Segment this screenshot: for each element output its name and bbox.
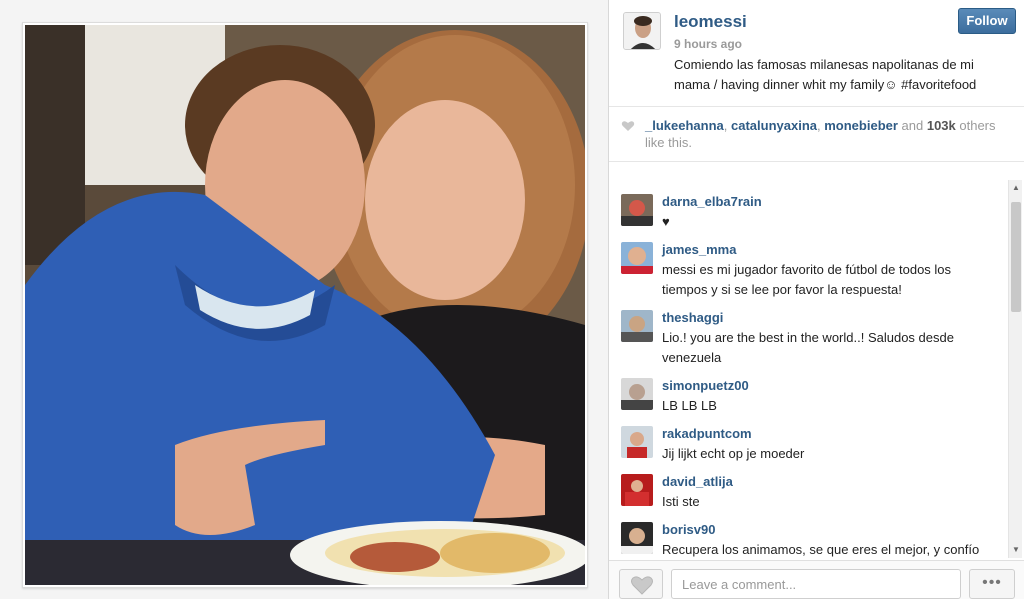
scroll-up-arrow-icon[interactable]: ▲ [1011, 183, 1021, 193]
comment-text: LB LB LB [662, 398, 717, 413]
commenter-avatar[interactable] [621, 474, 653, 506]
post-side-panel: leomessi 9 hours ago Comiendo las famosa… [608, 0, 1024, 599]
post-caption: Comiendo las famosas milanesas napolitan… [674, 57, 977, 92]
comment-text: Recupera los animamos, se que eres el me… [662, 542, 980, 557]
liker-username[interactable]: _lukeehanna [645, 118, 724, 133]
commenter-avatar[interactable] [621, 242, 653, 274]
scroll-down-arrow-icon[interactable]: ▼ [1011, 545, 1021, 555]
liker-username[interactable]: monebieber [824, 118, 898, 133]
comment-text: messi es mi jugador favorito de fútbol d… [662, 262, 952, 297]
commenter-username[interactable]: darna_elba7rain [662, 194, 762, 209]
comment-text: ♥ [662, 214, 670, 229]
commenter-username[interactable]: james_mma [662, 242, 736, 257]
comments-list: darna_elba7rain ♥ james_mma messi es mi … [609, 180, 1024, 560]
commenter-username[interactable]: david_atlija [662, 474, 733, 489]
post-timestamp: 9 hours ago [674, 37, 743, 51]
comment-input[interactable] [671, 569, 961, 599]
comment-text: Lio.! you are the best in the world..! S… [662, 330, 954, 365]
like-button[interactable] [619, 569, 663, 599]
photo-pane [0, 0, 608, 599]
likes-separator: , [723, 118, 731, 133]
more-options-icon[interactable]: ••• [969, 569, 1015, 599]
heart-icon [631, 576, 653, 595]
commenter-username[interactable]: rakadpuntcom [662, 426, 752, 441]
scrollbar-thumb[interactable] [1011, 202, 1021, 312]
commenter-username[interactable]: theshaggi [662, 310, 723, 325]
commenter-avatar[interactable] [621, 426, 653, 458]
commenter-username[interactable]: borisv90 [662, 522, 715, 537]
commenter-username[interactable]: simonpuetz00 [662, 378, 749, 393]
comment-text: Jij lijkt echt op je moeder [662, 446, 805, 461]
post-photo[interactable] [25, 25, 585, 585]
author-username[interactable]: leomessi [674, 12, 747, 32]
liker-username[interactable]: catalunyaxina [731, 118, 817, 133]
comment-text: Isti ste [662, 494, 700, 509]
likes-summary: _lukeehanna, catalunyaxina, monebieber a… [609, 107, 1024, 162]
likes-count[interactable]: 103k [927, 118, 956, 133]
author-avatar[interactable] [623, 12, 661, 50]
commenter-avatar[interactable] [621, 522, 653, 554]
post-photo-frame [22, 22, 588, 588]
follow-button[interactable]: Follow [958, 8, 1016, 34]
comment-footer: ••• [609, 560, 1024, 599]
commenter-avatar[interactable] [621, 194, 653, 226]
comments-scrollbar[interactable]: ▲ ▼ [1008, 180, 1022, 558]
commenter-avatar[interactable] [621, 310, 653, 342]
post-header: leomessi 9 hours ago Comiendo las famosa… [609, 0, 1024, 107]
likes-and-text: and [897, 118, 927, 133]
heart-icon [621, 121, 635, 131]
commenter-avatar[interactable] [621, 378, 653, 410]
